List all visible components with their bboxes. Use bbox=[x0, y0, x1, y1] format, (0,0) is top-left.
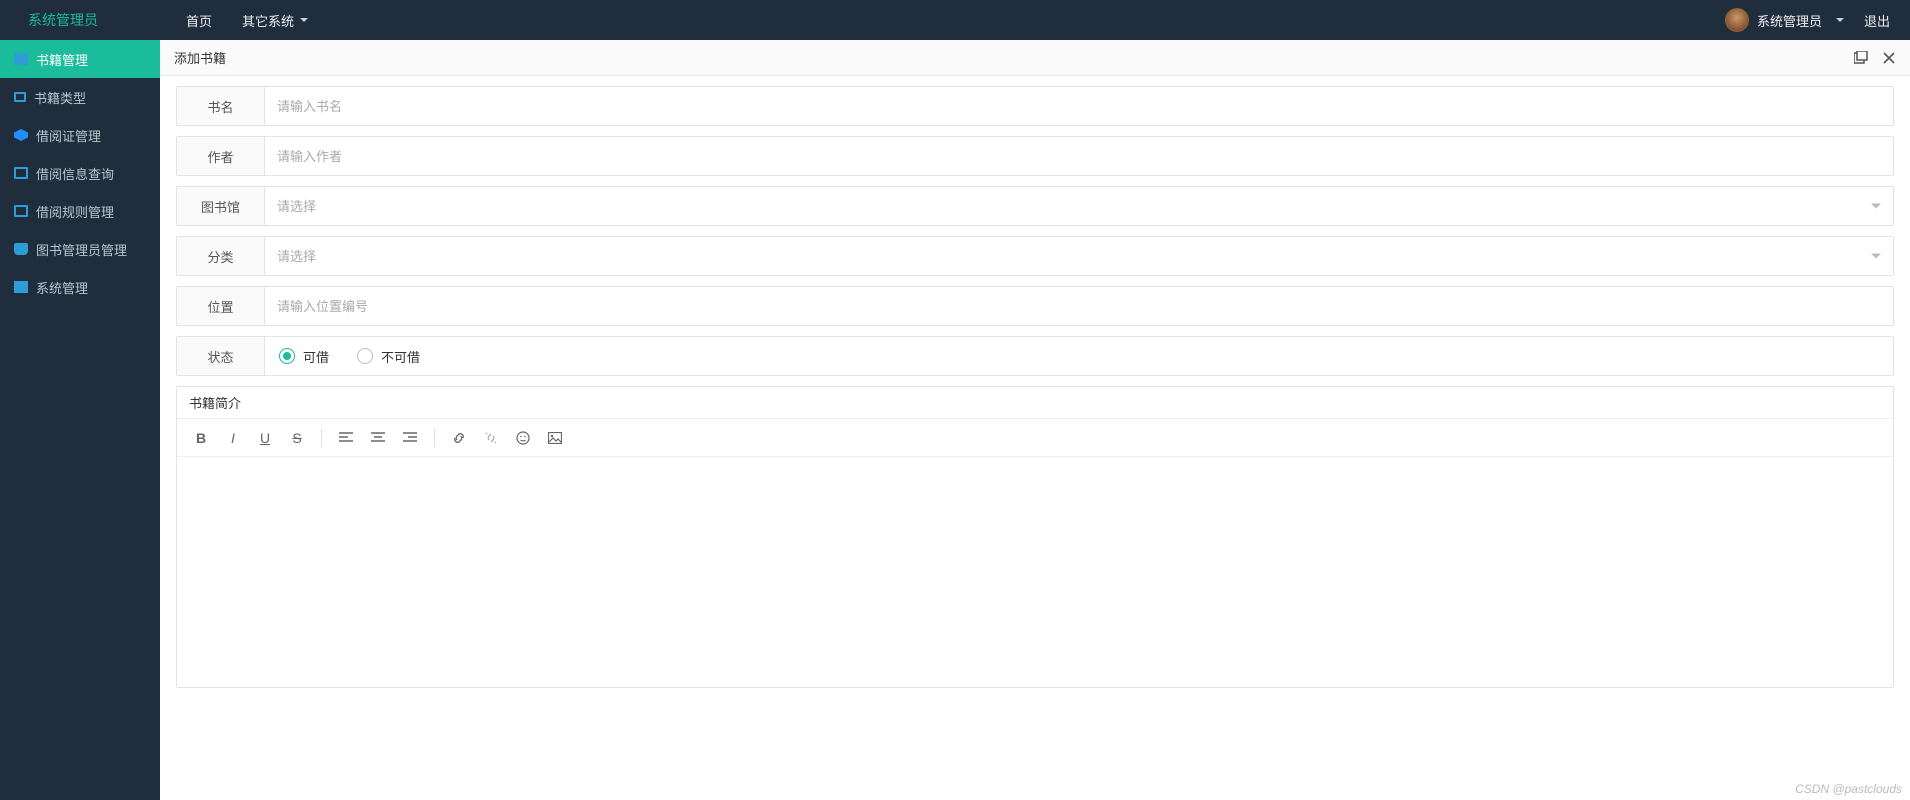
close-button[interactable] bbox=[1882, 51, 1896, 65]
select-library-display[interactable] bbox=[265, 187, 1893, 225]
logout-button[interactable]: 退出 bbox=[1864, 11, 1890, 30]
toolbar-separator bbox=[321, 429, 322, 447]
bold-button[interactable]: B bbox=[187, 424, 215, 452]
unlink-icon bbox=[484, 431, 498, 445]
label-status: 状态 bbox=[177, 337, 265, 375]
radio-icon bbox=[357, 348, 373, 364]
field-author: 作者 bbox=[176, 136, 1894, 176]
sidebar-item-label: 书籍类型 bbox=[34, 88, 86, 107]
main-panel: 添加书籍 书名 作者 图书馆 bbox=[160, 40, 1910, 800]
align-center-icon bbox=[371, 432, 385, 444]
sidebar-item-label: 借阅证管理 bbox=[36, 126, 101, 145]
strike-icon: S bbox=[292, 430, 301, 446]
italic-icon: I bbox=[231, 430, 235, 446]
sidebar-item-label: 借阅规则管理 bbox=[36, 202, 114, 221]
align-center-button[interactable] bbox=[364, 424, 392, 452]
top-header: 系统管理员 首页 其它系统 系统管理员 退出 bbox=[0, 0, 1910, 40]
editor-content[interactable] bbox=[177, 457, 1893, 687]
radio-available[interactable]: 可借 bbox=[279, 347, 329, 366]
sidebar-item-borrow-rules[interactable]: 借阅规则管理 bbox=[0, 192, 160, 230]
nav-other-systems[interactable]: 其它系统 bbox=[242, 11, 308, 30]
user-name: 系统管理员 bbox=[1757, 11, 1822, 30]
layers-icon bbox=[14, 129, 28, 141]
close-icon bbox=[1883, 52, 1895, 64]
user-dropdown[interactable]: 系统管理员 bbox=[1725, 8, 1844, 32]
select-category-display[interactable] bbox=[265, 237, 1893, 275]
field-category: 分类 bbox=[176, 236, 1894, 276]
field-name: 书名 bbox=[176, 86, 1894, 126]
sidebar-item-book-types[interactable]: 书籍类型 bbox=[0, 78, 160, 116]
editor: 书籍简介 B I U S bbox=[176, 386, 1894, 688]
align-left-button[interactable] bbox=[332, 424, 360, 452]
underline-button[interactable]: U bbox=[251, 424, 279, 452]
users-icon bbox=[14, 243, 28, 255]
chevron-down-icon bbox=[300, 18, 308, 22]
editor-header: 书籍简介 bbox=[177, 387, 1893, 419]
select-category[interactable] bbox=[265, 237, 1893, 275]
page-title: 添加书籍 bbox=[174, 48, 226, 67]
align-left-icon bbox=[339, 432, 353, 444]
sidebar-item-label: 图书管理员管理 bbox=[36, 240, 127, 259]
emoji-icon bbox=[516, 431, 530, 445]
calendar-icon bbox=[14, 92, 26, 102]
maximize-icon bbox=[1854, 51, 1868, 65]
sidebar-item-card-mgmt[interactable]: 借阅证管理 bbox=[0, 116, 160, 154]
nav-home-text: 首页 bbox=[186, 11, 212, 30]
underline-icon: U bbox=[260, 430, 270, 446]
align-right-button[interactable] bbox=[396, 424, 424, 452]
input-author[interactable] bbox=[265, 137, 1893, 175]
align-right-icon bbox=[403, 432, 417, 444]
field-library: 图书馆 bbox=[176, 186, 1894, 226]
sidebar-item-label: 书籍管理 bbox=[36, 50, 88, 69]
sidebar-item-librarians[interactable]: 图书管理员管理 bbox=[0, 230, 160, 268]
image-button[interactable] bbox=[541, 424, 569, 452]
strike-button[interactable]: S bbox=[283, 424, 311, 452]
link-button[interactable] bbox=[445, 424, 473, 452]
book-icon bbox=[14, 53, 28, 65]
toolbar-separator bbox=[434, 429, 435, 447]
sidebar: 书籍管理 书籍类型 借阅证管理 借阅信息查询 借阅规则管理 图书管理员管理 系统… bbox=[0, 40, 160, 800]
radio-available-label: 可借 bbox=[303, 347, 329, 366]
link-icon bbox=[452, 431, 466, 445]
editor-toolbar: B I U S bbox=[177, 419, 1893, 457]
form-area: 书名 作者 图书馆 分类 位 bbox=[160, 76, 1910, 386]
radio-icon bbox=[279, 348, 295, 364]
italic-button[interactable]: I bbox=[219, 424, 247, 452]
label-author: 作者 bbox=[177, 137, 265, 175]
page-header: 添加书籍 bbox=[160, 40, 1910, 76]
chevron-down-icon bbox=[1871, 254, 1881, 259]
brand-label: 系统管理员 bbox=[20, 10, 106, 30]
label-name: 书名 bbox=[177, 87, 265, 125]
select-library[interactable] bbox=[265, 187, 1893, 225]
sidebar-item-label: 系统管理 bbox=[36, 278, 88, 297]
label-category: 分类 bbox=[177, 237, 265, 275]
nav-home[interactable]: 首页 bbox=[186, 11, 212, 30]
sidebar-item-borrow-query[interactable]: 借阅信息查询 bbox=[0, 154, 160, 192]
windows-icon bbox=[14, 281, 28, 293]
field-status: 状态 可借 不可借 bbox=[176, 336, 1894, 376]
watermark: CSDN @pastclouds bbox=[1795, 782, 1902, 796]
file-icon bbox=[14, 205, 28, 217]
input-position[interactable] bbox=[265, 287, 1893, 325]
sidebar-item-label: 借阅信息查询 bbox=[36, 164, 114, 183]
header-right: 系统管理员 退出 bbox=[1725, 8, 1890, 32]
sidebar-item-system[interactable]: 系统管理 bbox=[0, 268, 160, 306]
input-name[interactable] bbox=[265, 87, 1893, 125]
emoji-button[interactable] bbox=[509, 424, 537, 452]
sidebar-item-books[interactable]: 书籍管理 bbox=[0, 40, 160, 78]
bold-icon: B bbox=[196, 430, 206, 446]
monitor-icon bbox=[14, 167, 28, 179]
nav-other-text: 其它系统 bbox=[242, 11, 294, 30]
label-library: 图书馆 bbox=[177, 187, 265, 225]
field-position: 位置 bbox=[176, 286, 1894, 326]
avatar bbox=[1725, 8, 1749, 32]
radio-unavailable[interactable]: 不可借 bbox=[357, 347, 420, 366]
unlink-button[interactable] bbox=[477, 424, 505, 452]
label-position: 位置 bbox=[177, 287, 265, 325]
chevron-down-icon bbox=[1871, 204, 1881, 209]
chevron-down-icon bbox=[1836, 18, 1844, 22]
radio-unavailable-label: 不可借 bbox=[381, 347, 420, 366]
image-icon bbox=[548, 432, 562, 444]
maximize-button[interactable] bbox=[1854, 51, 1868, 65]
